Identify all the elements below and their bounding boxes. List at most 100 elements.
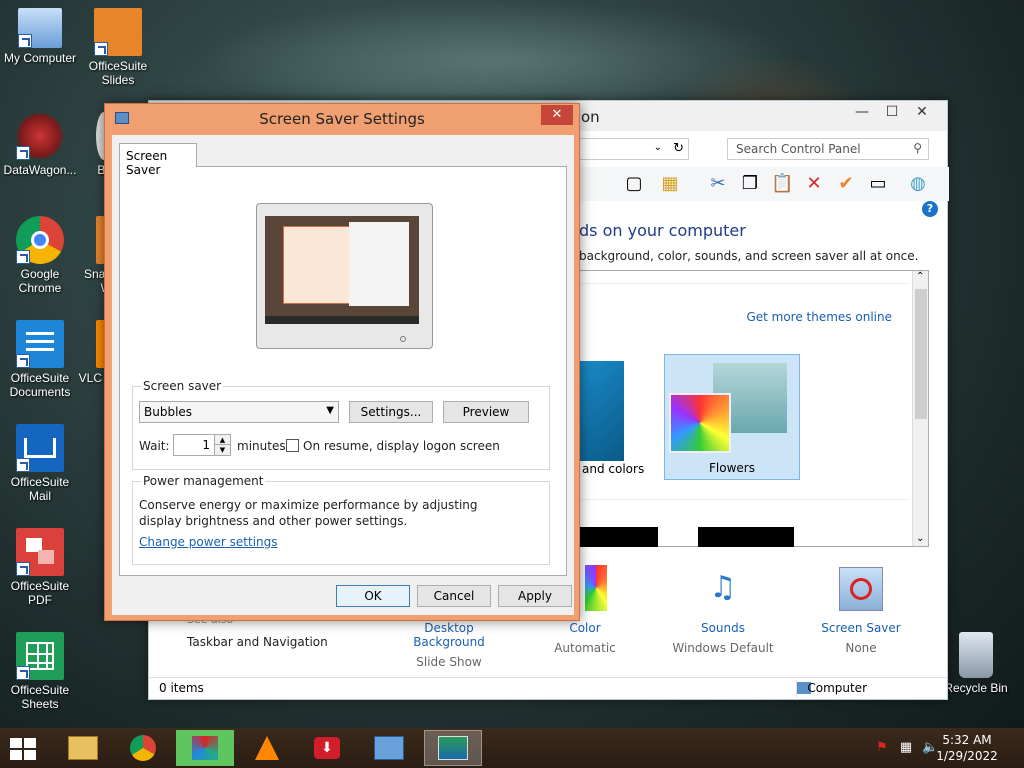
taskbar: ⬇ ⚑ ▦ 🔈 5:32 AM 1/29/2022 [0, 728, 1024, 768]
desktop-icon-label: OfficeSuite Slides [88, 59, 148, 87]
status-bar: 0 items Computer [149, 677, 947, 699]
taskbar-downloader[interactable]: ⬇ [298, 730, 356, 766]
color-icon [585, 565, 607, 611]
themes-list[interactable]: Get more themes online and colors Flower… [579, 270, 929, 547]
cp-subheading: background, color, sounds, and screen sa… [579, 249, 919, 263]
stepper-up-icon[interactable]: ▲ [214, 435, 230, 445]
windows-start-icon[interactable] [10, 738, 38, 760]
sheets-icon [16, 632, 64, 680]
power-management-group: Power management Conserve energy or maxi… [132, 474, 550, 565]
taskbar-personalization[interactable] [424, 730, 482, 766]
theme-preview-dark [698, 527, 794, 547]
sounds-value: Windows Default [672, 641, 774, 655]
ok-button[interactable]: OK [336, 585, 410, 607]
chevron-up-icon[interactable]: ⌃ [916, 271, 924, 282]
preview-button[interactable]: Preview [443, 401, 529, 423]
desktop-icon-recycle-bin[interactable]: Recycle Bin [936, 632, 1016, 695]
power-description: Conserve energy or maximize performance … [139, 498, 478, 528]
list-separator [580, 499, 910, 500]
desktop-icon-datawagon[interactable]: DataWagon... [0, 112, 80, 177]
desktop-icon-label: Google Chrome [18, 267, 62, 295]
globe-icon[interactable]: ◍ [907, 173, 929, 195]
screen-saver-link[interactable]: Screen Saver [801, 621, 921, 635]
taskbar-file-explorer[interactable] [54, 730, 112, 766]
chevron-down-icon[interactable]: ⌄ [916, 533, 924, 544]
settings-button[interactable]: Settings... [349, 401, 433, 423]
theme-thumbnail-other[interactable] [580, 361, 624, 461]
desktop-icon-label: OfficeSuite Mail [10, 475, 70, 503]
pdf-icon [16, 528, 64, 576]
tab-screen-saver[interactable]: Screen Saver [119, 143, 197, 177]
search-input[interactable]: Search Control Panel ⚲ [727, 138, 929, 160]
clock-date: 1/29/2022 [936, 749, 998, 763]
desktop-icon-officesuite-pdf[interactable]: OfficeSuite PDF [0, 528, 80, 607]
search-icon: ⚲ [913, 141, 922, 155]
desktop-background-value: Slide Show [416, 655, 482, 669]
theme-flowers[interactable]: Flowers [664, 354, 800, 480]
delete-icon[interactable]: ✕ [803, 173, 825, 195]
paste-icon[interactable]: 📋 [771, 173, 793, 195]
desktop-icon-officesuite-slides[interactable]: OfficeSuite Slides [78, 8, 158, 87]
taskbar-chrome[interactable] [114, 730, 172, 766]
desktop-icon-officesuite-sheets[interactable]: OfficeSuite Sheets [0, 632, 80, 711]
sounds-item[interactable]: ♫ Sounds Windows Default [663, 565, 783, 655]
desktop-icon-google-chrome[interactable]: Google Chrome [0, 216, 80, 295]
resume-logon-checkbox[interactable] [286, 439, 299, 452]
desktop-icon-label: OfficeSuite Documents [9, 371, 71, 399]
personalization-icon [438, 736, 468, 760]
desktop-icon-label: Recycle Bin [944, 681, 1008, 695]
color-link[interactable]: Color [525, 621, 645, 635]
maximize-icon[interactable]: ☐ [877, 101, 907, 123]
screen-saver-select[interactable]: Bubbles ▼ [139, 401, 339, 423]
chrome-icon [130, 735, 156, 761]
taskbar-control-panel[interactable] [360, 730, 418, 766]
desktop-icon-label: OfficeSuite PDF [10, 579, 70, 607]
desktop-icon-officesuite-documents[interactable]: OfficeSuite Documents [0, 320, 80, 399]
screen-saver-item[interactable]: Screen Saver None [801, 565, 921, 655]
wait-stepper[interactable]: 1 ▲ ▼ [173, 434, 231, 456]
clock[interactable]: 5:32 AM 1/29/2022 [932, 732, 1002, 764]
get-more-themes-link[interactable]: Get more themes online [746, 310, 892, 324]
vlc-icon [255, 736, 279, 760]
dialog-title: Screen Saver Settings [259, 110, 425, 128]
themes-scrollbar[interactable]: ⌃ ⌄ [912, 271, 928, 546]
screen-saver-settings-dialog[interactable]: Screen Saver Settings ✕ Screen Saver Scr… [104, 103, 580, 621]
list-separator [580, 283, 910, 284]
close-icon[interactable]: ✕ [907, 101, 937, 123]
taskbar-vlc[interactable] [238, 730, 296, 766]
refresh-icon[interactable]: ↻ [673, 141, 684, 156]
cut-icon[interactable]: ✂ [707, 173, 729, 195]
check-icon[interactable]: ✔ [835, 173, 857, 195]
wait-label: Wait: [139, 439, 170, 453]
folder-options-icon[interactable]: ▦ [659, 173, 681, 195]
taskbar-officesuite[interactable] [176, 730, 234, 766]
desktop-icon-my-computer[interactable]: My Computer [0, 8, 80, 65]
datawagon-icon [16, 112, 64, 160]
desktop-icon-officesuite-mail[interactable]: OfficeSuite Mail [0, 424, 80, 503]
screen-saver-icon [839, 567, 883, 611]
copy-icon[interactable]: ❐ [739, 173, 761, 195]
network-icon[interactable]: ▦ [898, 740, 914, 756]
download-icon: ⬇ [314, 737, 340, 759]
stepper-down-icon[interactable]: ▼ [214, 445, 230, 455]
properties-icon[interactable]: ▭ [867, 173, 889, 195]
sounds-link[interactable]: Sounds [663, 621, 783, 635]
theme-flowers-label: Flowers [709, 461, 755, 475]
action-center-flag-icon[interactable]: ⚑ [874, 740, 890, 756]
chevron-down-icon[interactable]: ⌄ [654, 142, 662, 153]
close-icon[interactable]: ✕ [541, 105, 573, 125]
minimize-icon[interactable]: — [847, 101, 877, 123]
scrollbar-thumb[interactable] [915, 289, 927, 419]
help-icon[interactable]: ? [922, 201, 938, 217]
change-power-settings-link[interactable]: Change power settings [139, 535, 278, 549]
resume-logon-label[interactable]: On resume, display logon screen [303, 439, 500, 453]
address-bar[interactable]: ⌄ ↻ [579, 138, 689, 160]
layout-icon[interactable]: ▢ [623, 173, 645, 195]
apply-button[interactable]: Apply [498, 585, 572, 607]
monitor-power-icon [400, 336, 406, 342]
dialog-body: Screen Saver Screen saver Bubbles ▼ Sett… [112, 135, 574, 615]
control-panel-icon [374, 736, 404, 760]
desktop-background-link[interactable]: Desktop Background [389, 621, 509, 649]
taskbar-navigation-link[interactable]: Taskbar and Navigation [187, 635, 328, 649]
cancel-button[interactable]: Cancel [417, 585, 491, 607]
